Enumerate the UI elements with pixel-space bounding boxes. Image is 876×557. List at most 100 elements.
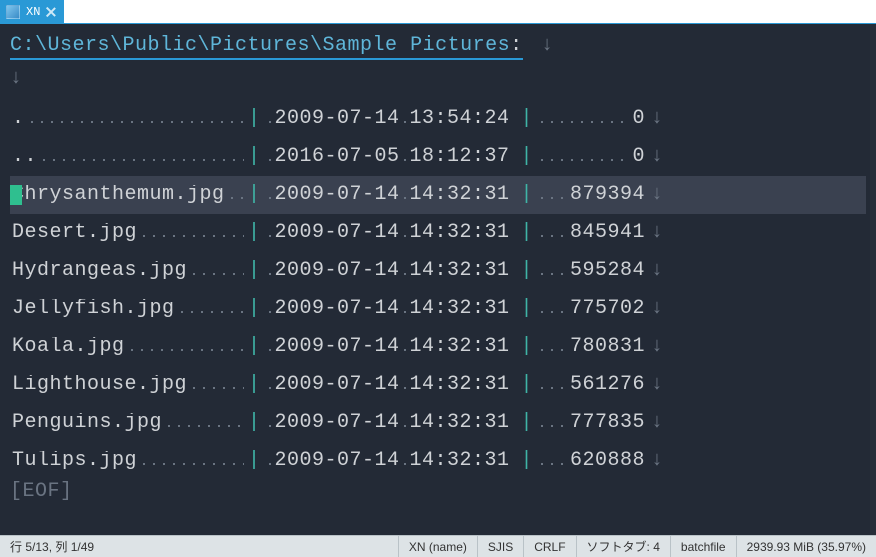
dots-fill	[189, 261, 244, 281]
status-softtab[interactable]: ソフトタブ: 4	[576, 536, 670, 557]
column-separator: |	[246, 109, 263, 129]
column-separator: |	[246, 185, 263, 205]
file-name: Penguins.jpg	[10, 413, 162, 433]
file-size: 561276	[570, 375, 645, 395]
dots-fill	[265, 413, 273, 433]
column-separator: |	[246, 223, 263, 243]
column-separator: |	[246, 299, 263, 319]
dots-fill	[265, 185, 273, 205]
dots-fill	[537, 185, 568, 205]
file-time: 13:54:24	[410, 109, 510, 129]
newline-icon: ↓	[651, 413, 664, 433]
newline-icon: ↓	[651, 451, 664, 471]
file-size-cell: 879394	[535, 185, 645, 205]
file-row[interactable]: Lighthouse.jpg|2009-07-1414:32:31|561276…	[10, 366, 866, 404]
file-row[interactable]: Hydrangeas.jpg|2009-07-1414:32:31|595284…	[10, 252, 866, 290]
file-size-cell: 0	[535, 109, 645, 129]
dots-fill	[164, 413, 244, 433]
file-date: 2009-07-14	[275, 261, 400, 281]
close-icon[interactable]	[46, 7, 56, 17]
file-size-cell: 0	[535, 147, 645, 167]
file-datetime-cell: 2009-07-1414:32:31	[263, 451, 519, 471]
file-row[interactable]: Tulips.jpg|2009-07-1414:32:31|620888↓	[10, 442, 866, 480]
file-row[interactable]: Penguins.jpg|2009-07-1414:32:31|777835↓	[10, 404, 866, 442]
column-separator: |	[519, 223, 536, 243]
file-name-cell: Desert.jpg	[10, 223, 246, 243]
file-size: 879394	[570, 185, 645, 205]
app-icon	[6, 5, 20, 19]
dots-fill	[537, 337, 568, 357]
file-row[interactable]: Chrysanthemum.jpg|2009-07-1414:32:31|879…	[10, 176, 866, 214]
column-separator: |	[519, 375, 536, 395]
dots-fill	[265, 299, 273, 319]
file-name: Jellyfish.jpg	[10, 299, 175, 319]
dots-fill	[537, 109, 630, 129]
dots-fill	[400, 223, 410, 243]
file-date: 2009-07-14	[275, 375, 400, 395]
file-date: 2009-07-14	[275, 299, 400, 319]
file-time: 14:32:31	[410, 261, 510, 281]
file-datetime-cell: 2009-07-14 14:32:31	[263, 375, 519, 395]
file-time: 14:32:31	[410, 223, 510, 243]
file-name-cell: Tulips.jpg	[10, 451, 246, 471]
status-mode[interactable]: XN (name)	[398, 536, 477, 557]
file-row[interactable]: .|2009-07-1413:54:24|0↓	[10, 100, 866, 138]
status-encoding[interactable]: SJIS	[477, 536, 523, 557]
title-bar: XN	[0, 0, 876, 24]
file-time: 14:32:31	[410, 185, 510, 205]
file-date: 2009-07-14	[275, 185, 400, 205]
dots-fill	[400, 375, 410, 395]
tab-xn[interactable]: XN	[0, 0, 64, 23]
file-list: .|2009-07-1413:54:24|0↓..|2016-07-0518:1…	[10, 100, 866, 480]
column-separator: |	[246, 261, 263, 281]
dots-fill	[400, 451, 410, 471]
scrollbar[interactable]	[870, 24, 876, 535]
editor-area[interactable]: C:\Users\Public\Pictures\Sample Pictures…	[0, 24, 876, 535]
file-size-cell: 780831	[535, 337, 645, 357]
file-datetime-cell: 2016-07-0518:12:37	[263, 147, 519, 167]
dots-fill	[265, 109, 273, 129]
column-separator: |	[246, 337, 263, 357]
status-lineend[interactable]: CRLF	[523, 536, 575, 557]
file-size: 780831	[570, 337, 645, 357]
dots-fill	[139, 223, 244, 243]
file-name: Hydrangeas.jpg	[10, 261, 187, 281]
file-row[interactable]: Desert.jpg|2009-07-1414:32:31|845941↓	[10, 214, 866, 252]
column-separator: |	[246, 413, 263, 433]
newline-icon: ↓	[651, 299, 664, 319]
dots-fill	[139, 451, 244, 471]
file-date: 2009-07-14	[275, 337, 400, 357]
column-separator: |	[519, 337, 536, 357]
file-time: 14:32:31	[410, 299, 510, 319]
file-name-cell: ..	[10, 147, 246, 167]
file-size-cell: 595284	[535, 261, 645, 281]
newline-icon: ↓	[651, 147, 664, 167]
file-row[interactable]: ..|2016-07-0518:12:37|0↓	[10, 138, 866, 176]
file-row[interactable]: Jellyfish.jpg|2009-07-1414:32:31|775702↓	[10, 290, 866, 328]
file-name-cell: Lighthouse.jpg	[10, 375, 246, 395]
file-name: Tulips.jpg	[10, 451, 137, 471]
dots-fill	[400, 299, 410, 319]
dots-fill	[400, 413, 410, 433]
file-datetime-cell: 2009-07-1414:32:31	[263, 223, 519, 243]
dots-fill	[265, 261, 273, 281]
dots-fill	[265, 147, 273, 167]
file-name-cell: Koala.jpg	[10, 337, 246, 357]
dots-fill	[400, 147, 410, 167]
file-time: 14:32:31	[410, 375, 510, 395]
file-size-cell: 775702	[535, 299, 645, 319]
file-size: 777835	[570, 413, 645, 433]
file-size-cell: 620888	[535, 451, 645, 471]
file-date: 2009-07-14	[275, 109, 400, 129]
status-filetype[interactable]: batchfile	[670, 536, 736, 557]
file-size: 0	[633, 147, 646, 167]
file-name-cell: Jellyfish.jpg	[10, 299, 246, 319]
tab-title: XN	[26, 5, 40, 19]
newline-icon: ↓	[651, 337, 664, 357]
file-size-cell: 561276	[535, 375, 645, 395]
column-separator: |	[246, 147, 263, 167]
dots-fill	[400, 185, 410, 205]
status-bar: 行 5/13, 列 1/49 XN (name) SJIS CRLF ソフトタブ…	[0, 535, 876, 557]
dots-fill	[27, 109, 244, 129]
file-row[interactable]: Koala.jpg|2009-07-1414:32:31|780831↓	[10, 328, 866, 366]
